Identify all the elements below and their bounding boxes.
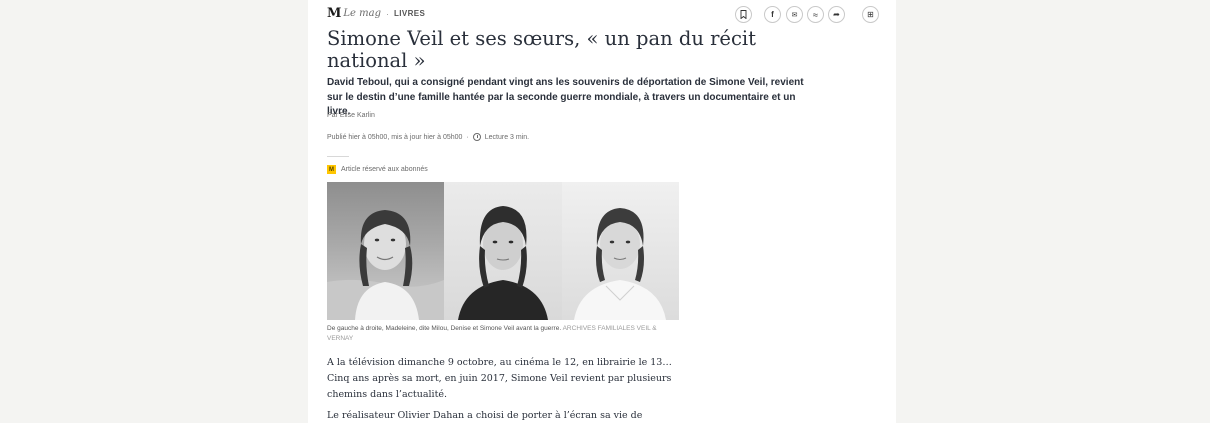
gift-article-button[interactable]: ⊞ (862, 6, 879, 23)
bookmark-button[interactable] (735, 6, 752, 23)
publication-info: Publié hier à 05h00, mis à jour hier à 0… (327, 133, 529, 141)
gift-icon: ⊞ (867, 10, 874, 19)
photo-madeleine (327, 182, 444, 320)
article-page: M Le mag · LIVRES f ✉ ≈ ➦ ⊞ Simone Veil … (308, 0, 896, 423)
bookmark-icon (740, 10, 747, 19)
photo-denise (444, 182, 562, 320)
article-paragraph: Le réalisateur Olivier Dahan a choisi de… (327, 410, 643, 421)
facebook-icon: f (771, 10, 774, 19)
facebook-share-button[interactable]: f (764, 6, 781, 23)
email-icon: ✉ (791, 11, 798, 19)
subscriber-label: Article réservé aux abonnés (341, 166, 428, 173)
reading-time: Lecture 3 min. (484, 133, 530, 141)
publication-date: Publié hier à 05h00, mis à jour hier à 0… (327, 133, 463, 141)
timer-icon (472, 133, 481, 141)
email-share-button[interactable]: ✉ (786, 6, 803, 23)
rubric-link[interactable]: LIVRES (394, 9, 425, 18)
article-title: Simone Veil et ses sœurs, « un pan du ré… (327, 27, 756, 72)
photo-caption: De gauche à droite, Madeleine, dite Milo… (327, 324, 679, 344)
subscriber-notice: M Article réservé aux abonnés (327, 165, 428, 174)
meta-separator: · (466, 133, 469, 141)
divider (327, 156, 349, 157)
share-icon: ➦ (833, 10, 840, 19)
caption-text: De gauche à droite, Madeleine, dite Milo… (327, 325, 562, 332)
byline: Par Elise Karlin (327, 112, 375, 119)
author-link[interactable]: Par Elise Karlin (327, 112, 375, 119)
le-monde-logo[interactable]: M (327, 6, 341, 21)
subscriber-badge-icon: M (327, 165, 336, 174)
photo-simone (562, 182, 679, 320)
article-header-bar: M Le mag · LIVRES f ✉ ≈ ➦ ⊞ (327, 6, 887, 23)
brand[interactable]: M Le mag · LIVRES (327, 6, 425, 21)
article-dek: David Teboul, qui a consigné pendant vin… (327, 77, 804, 117)
article-paragraph: A la télévision dimanche 9 octobre, au c… (327, 357, 672, 400)
article-photo[interactable] (327, 182, 679, 320)
share-button[interactable]: ➦ (828, 6, 845, 23)
le-mag-logo[interactable]: Le mag (343, 8, 381, 19)
brand-separator: · (385, 8, 389, 19)
messenger-share-button[interactable]: ≈ (807, 6, 824, 23)
messenger-icon: ≈ (813, 9, 818, 20)
